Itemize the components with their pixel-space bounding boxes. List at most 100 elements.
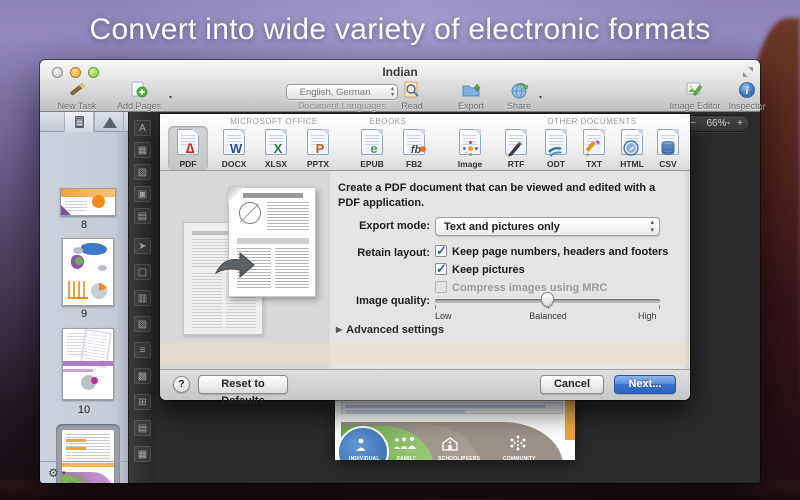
reset-defaults-button[interactable]: Reset to Defaults — [198, 375, 288, 394]
toolbar: New Task Add Pages ▾ English, German ▴▾ … — [40, 84, 760, 112]
cancel-button[interactable]: Cancel — [540, 375, 604, 394]
sidebar-gear-menu[interactable]: ⚙ ▾ — [48, 466, 66, 480]
page-highlighted-text — [341, 402, 563, 414]
tools-strip: A ▦ ▧ ▣ ▤ ➤ ▢ ▥ ▨ ≡ ▩ ⊞ ▤ ▦ — [128, 112, 155, 483]
help-button[interactable]: ? — [173, 376, 190, 393]
slider-tick-balanced: Balanced — [515, 311, 581, 321]
tab-pages[interactable] — [64, 112, 94, 132]
advanced-settings-disclosure[interactable]: ▶Advanced settings — [336, 324, 444, 336]
preview-result-page — [228, 187, 316, 297]
desktop-rock-bottom — [0, 480, 800, 500]
community-icon — [509, 434, 527, 452]
checkbox-compress-mrc: Compress images using MRC — [435, 281, 607, 295]
ecosystem-infographic: INDIVIDUAL FAMILY SCHOOL/PEERS COMMUNITY — [341, 420, 567, 460]
tool-text[interactable]: A — [134, 120, 151, 136]
document-languages-select[interactable]: English, German ▴▾ — [286, 84, 398, 100]
format-bar: MICROSOFT OFFICE EBOOKS OTHER DOCUMENTS … — [160, 114, 690, 171]
svg-text:i: i — [746, 86, 749, 97]
format-pdf[interactable]: ∆ PDF — [168, 126, 208, 170]
new-task-button[interactable]: New Task — [48, 84, 106, 111]
pdf-file-icon: ∆ — [177, 129, 199, 155]
zoom-in-button[interactable]: + — [737, 118, 743, 129]
tool-move[interactable]: ▥ — [134, 290, 151, 306]
checkbox-box — [435, 281, 447, 293]
format-csv[interactable]: CSV — [648, 126, 688, 170]
format-pptx[interactable]: P PPTX — [298, 126, 338, 170]
slider-thumb[interactable] — [541, 292, 554, 307]
page-thumbnail-8[interactable] — [60, 188, 116, 216]
format-docx[interactable]: W DOCX — [214, 126, 254, 170]
inspector-button[interactable]: i Inspector — [724, 84, 770, 111]
family-icon — [393, 437, 417, 450]
tool-columns[interactable]: ▤ — [134, 420, 151, 436]
caret-down-icon: ▾ — [169, 94, 172, 101]
add-pages-button[interactable]: Add Pages ▾ — [108, 84, 170, 111]
tool-grid[interactable]: ⊞ — [134, 394, 151, 410]
page-number: 9 — [40, 308, 128, 320]
odt-file-icon — [545, 129, 567, 155]
tool-rows[interactable]: ≡ — [134, 342, 151, 358]
tool-cells[interactable]: ▦ — [134, 446, 151, 462]
family-label: FAMILY — [397, 456, 416, 460]
tool-cursor[interactable]: ➤ — [134, 238, 151, 254]
format-epub[interactable]: e EPUB — [352, 126, 392, 170]
tool-table[interactable]: ▦ — [134, 142, 151, 158]
tab-warnings[interactable] — [94, 112, 124, 132]
window-content: 8 9 10 11 ⚙ — [40, 112, 760, 483]
share-button[interactable]: Share ▾ — [498, 84, 540, 111]
page-thumbnail-9[interactable] — [62, 238, 114, 306]
tool-area[interactable]: ▣ — [134, 186, 151, 202]
inspector-icon: i — [738, 81, 756, 99]
zoom-control: − 66% ▾ + — [683, 115, 750, 132]
checkbox-box: ✓ — [435, 263, 447, 275]
csv-file-icon — [657, 129, 679, 155]
read-icon — [402, 81, 422, 99]
group-label-ebooks: EBOOKS — [338, 117, 438, 126]
page-thumbnail-10[interactable] — [62, 328, 114, 400]
magic-wand-icon — [67, 81, 87, 99]
share-globe-icon — [509, 81, 529, 99]
export-mode-select[interactable]: Text and pictures only ▴▾ — [435, 217, 660, 236]
check-icon: ✓ — [436, 261, 447, 277]
tool-background[interactable]: ▤ — [134, 208, 151, 224]
format-description: Create a PDF document that can be viewed… — [338, 181, 668, 211]
format-xlsx[interactable]: X XLSX — [256, 126, 296, 170]
page-curl — [228, 187, 244, 203]
image-editor-button[interactable]: Image Editor — [666, 84, 724, 111]
pptx-file-icon: P — [307, 129, 329, 155]
add-pages-icon — [128, 81, 150, 99]
page-number: 8 — [40, 219, 128, 231]
caret-down-icon: ▾ — [727, 120, 730, 127]
fullscreen-icon[interactable] — [743, 67, 753, 77]
image-quality-label: Image quality: — [240, 295, 430, 307]
tool-merge[interactable]: ▩ — [134, 368, 151, 384]
banner-title: Convert into wide variety of electronic … — [0, 13, 800, 47]
document-page: INDIVIDUAL FAMILY SCHOOL/PEERS COMMUNITY — [335, 400, 575, 460]
slider-tick-high: High — [638, 311, 657, 321]
checkbox-keep-pictures[interactable]: ✓Keep pictures — [435, 263, 525, 277]
dialog-content: Create a PDF document that can be viewed… — [160, 171, 690, 369]
txt-file-icon — [583, 129, 605, 155]
next-button[interactable]: Next... — [614, 375, 676, 394]
page-icon — [75, 116, 84, 128]
retain-layout-label: Retain layout: — [240, 247, 430, 259]
tool-picture[interactable]: ▧ — [134, 164, 151, 180]
slider-tick-low: Low — [435, 311, 452, 321]
export-button[interactable]: Export — [448, 84, 494, 111]
image-quality-slider[interactable] — [435, 294, 660, 308]
tool-split[interactable]: ▨ — [134, 316, 151, 332]
docx-file-icon: W — [223, 129, 245, 155]
format-image[interactable]: Image — [450, 126, 490, 170]
tool-select[interactable]: ▢ — [134, 264, 151, 280]
window-title: Indian — [40, 65, 760, 79]
read-button[interactable]: Read — [392, 84, 432, 111]
checkbox-keep-page-numbers[interactable]: ✓Keep page numbers, headers and footers — [435, 245, 668, 259]
caret-down-icon: ▾ — [62, 470, 66, 477]
page-thumbnail-11[interactable] — [62, 430, 114, 483]
image-editor-icon — [684, 81, 706, 99]
document-languages-caption: Document Languages — [272, 101, 412, 111]
caret-down-icon: ▾ — [539, 94, 542, 101]
school-peers-label: SCHOOL/PEERS — [438, 456, 480, 460]
format-fb2[interactable]: fb FB2 — [394, 126, 434, 170]
pages-sidebar: 8 9 10 11 ⚙ — [40, 112, 128, 483]
